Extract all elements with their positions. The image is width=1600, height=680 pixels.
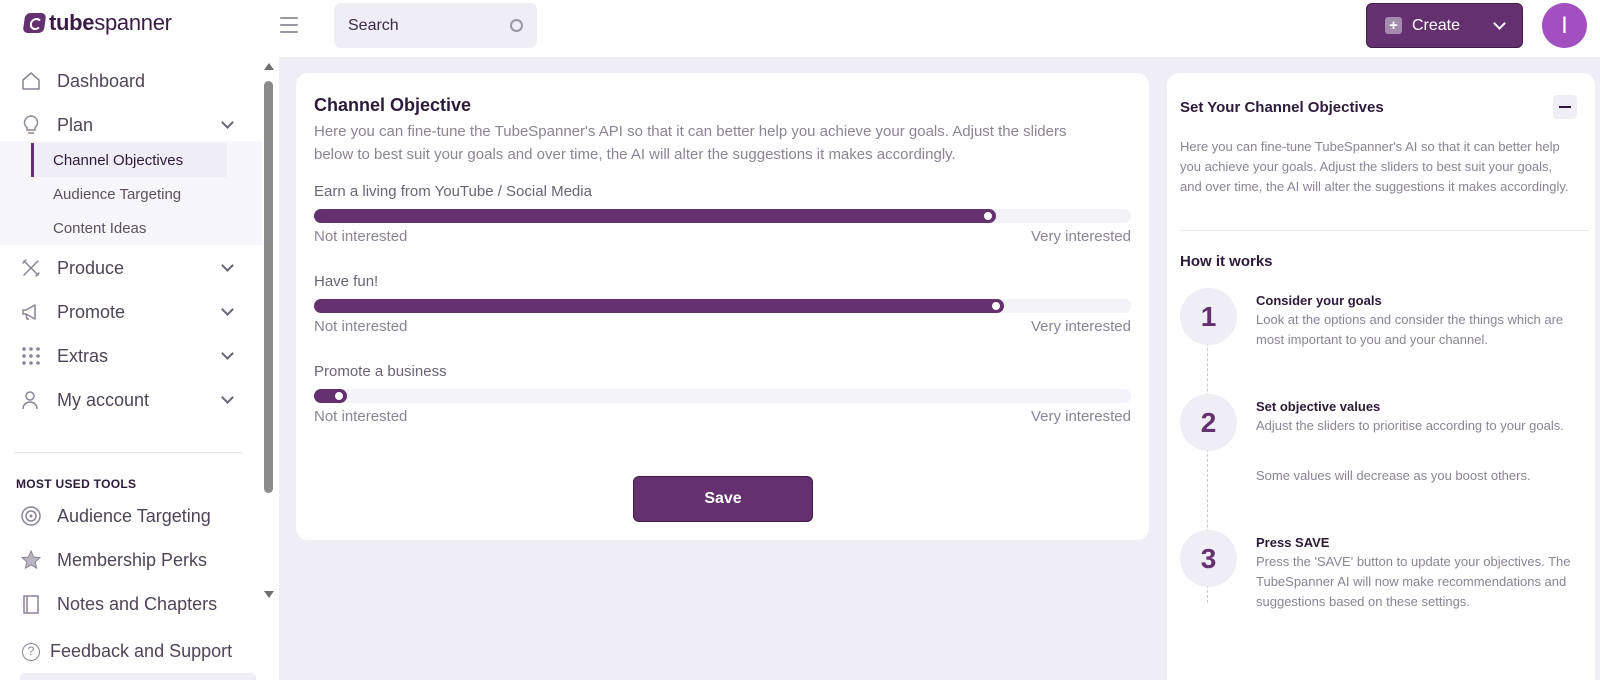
most-used-tools-title: MOST USED TOOLS	[16, 477, 137, 491]
slider-label: Earn a living from YouTube / Social Medi…	[314, 183, 592, 200]
dots-grid-icon	[20, 345, 42, 367]
sidebar-item-my-account[interactable]: My account	[0, 378, 262, 422]
create-label: Create	[1412, 16, 1461, 34]
step-number-badge: 2	[1180, 394, 1237, 451]
step-heading: Press SAVE	[1256, 535, 1330, 550]
tool-label: Membership Perks	[57, 549, 208, 570]
slider-fill	[314, 299, 1004, 313]
search-icon	[510, 19, 523, 32]
sidebar-subitem-content-ideas[interactable]: Content Ideas	[31, 211, 146, 245]
save-button[interactable]: Save	[633, 476, 813, 522]
tool-label: Audience Targeting	[57, 505, 211, 526]
search-placeholder: Search	[348, 16, 399, 34]
slider-thumb[interactable]	[333, 390, 345, 402]
step-note: Some values will decrease as you boost o…	[1256, 468, 1531, 483]
slider-label: Promote a business	[314, 363, 447, 380]
how-it-works-title: How it works	[1180, 253, 1273, 270]
sidebar-item-label: Promote	[57, 301, 126, 322]
chevron-down-icon	[1493, 16, 1506, 30]
sidebar-item-produce[interactable]: Produce	[0, 246, 262, 290]
tool-audience-targeting[interactable]: Audience Targeting	[0, 494, 262, 538]
home-icon	[20, 70, 42, 92]
logo-mark-icon	[22, 13, 47, 33]
sidebar-item-label: Dashboard	[57, 70, 146, 91]
menu-toggle-icon[interactable]	[280, 17, 298, 33]
sidebar-item-extras[interactable]: Extras	[0, 334, 262, 378]
slider-earn-a-living: Earn a living from YouTube / Social Medi…	[314, 183, 1131, 245]
slider-max-label: Very interested	[1030, 228, 1131, 245]
sidebar: Dashboard Plan Channel Objectives Audien…	[0, 57, 279, 680]
slider-label: Have fun!	[314, 273, 379, 290]
sidebar-item-label: Produce	[57, 257, 125, 278]
sidebar-scrollbar[interactable]	[262, 59, 276, 609]
step-text: Adjust the sliders to prioritise accordi…	[1256, 418, 1564, 433]
slider-track[interactable]	[314, 389, 1131, 403]
search-input[interactable]: Search	[334, 3, 537, 48]
scroll-up-arrow-icon[interactable]	[264, 63, 274, 70]
step-heading: Consider your goals	[1256, 293, 1382, 308]
tool-notes-and-chapters[interactable]: Notes and Chapters	[0, 582, 262, 626]
slider-min-label: Not interested	[314, 408, 408, 425]
channel-objective-card: Channel Objective Here you can fine-tune…	[296, 73, 1149, 540]
tools-icon	[20, 257, 42, 279]
notebook-icon	[20, 593, 42, 615]
step-text: Press the 'SAVE' button to update your o…	[1256, 554, 1571, 609]
slider-track[interactable]	[314, 299, 1131, 313]
chevron-down-icon	[221, 391, 234, 404]
sidebar-divider	[14, 452, 243, 453]
slider-min-label: Not interested	[314, 318, 408, 335]
slider-min-label: Not interested	[314, 228, 408, 245]
scroll-down-arrow-icon[interactable]	[264, 591, 274, 598]
slider-promote-a-business: Promote a business Not interested Very i…	[314, 363, 1131, 425]
slider-max-label: Very interested	[1030, 408, 1131, 425]
step-number-badge: 3	[1180, 530, 1237, 587]
step-number-badge: 1	[1180, 288, 1237, 345]
slider-have-fun: Have fun! Not interested Very interested	[314, 273, 1131, 335]
help-panel-divider	[1180, 230, 1589, 231]
tool-membership-perks[interactable]: Membership Perks	[0, 538, 262, 582]
logo[interactable]: tubespanner	[22, 10, 172, 36]
sidebar-item-promote[interactable]: Promote	[0, 290, 262, 334]
sidebar-item-label: Extras	[57, 345, 109, 366]
help-panel: Set Your Channel Objectives Here you can…	[1167, 73, 1595, 680]
slider-fill	[314, 209, 996, 223]
sidebar-item-dashboard[interactable]: Dashboard	[0, 59, 262, 103]
chevron-down-icon	[221, 259, 234, 272]
scroll-thumb[interactable]	[264, 81, 273, 493]
card-title: Channel Objective	[314, 95, 472, 115]
step-heading: Set objective values	[1256, 399, 1381, 414]
create-button[interactable]: + Create	[1366, 3, 1523, 48]
slider-thumb[interactable]	[982, 210, 994, 222]
sidebar-item-label: My account	[57, 389, 150, 410]
plan-submenu: Channel Objectives Audience Targeting Co…	[0, 141, 262, 245]
star-icon	[20, 549, 42, 571]
feedback-and-support[interactable]: ? Feedback and Support	[0, 623, 262, 680]
sidebar-subitem-audience-targeting[interactable]: Audience Targeting	[31, 177, 181, 211]
step-text: Look at the options and consider the thi…	[1256, 312, 1564, 347]
plus-icon: +	[1385, 17, 1402, 34]
top-bar: tubespanner Search + Create I	[0, 0, 1600, 57]
avatar[interactable]: I	[1542, 3, 1587, 48]
target-icon	[20, 505, 42, 527]
help-panel-description: Here you can fine-tune TubeSpanner's AI …	[1180, 139, 1569, 194]
card-description: Here you can fine-tune the TubeSpanner's…	[314, 123, 1067, 163]
user-icon	[20, 389, 42, 411]
chevron-down-icon	[221, 347, 234, 360]
sidebar-item-label: Plan	[57, 114, 94, 135]
chevron-down-icon	[221, 116, 234, 129]
sidebar-bottom-strip	[20, 673, 256, 680]
feedback-label: Feedback and Support	[50, 641, 233, 661]
chevron-down-icon	[221, 303, 234, 316]
slider-track[interactable]	[314, 209, 1131, 223]
megaphone-icon	[20, 301, 42, 323]
slider-max-label: Very interested	[1030, 318, 1131, 335]
tool-label: Notes and Chapters	[57, 593, 218, 614]
help-panel-title: Set Your Channel Objectives	[1180, 99, 1384, 116]
slider-thumb[interactable]	[990, 300, 1002, 312]
lightbulb-icon	[20, 114, 42, 136]
sidebar-subitem-channel-objectives[interactable]: Channel Objectives	[31, 143, 227, 177]
collapse-minus-icon[interactable]	[1553, 95, 1577, 119]
logo-text: tubespanner	[49, 10, 172, 35]
question-icon: ?	[22, 642, 40, 661]
